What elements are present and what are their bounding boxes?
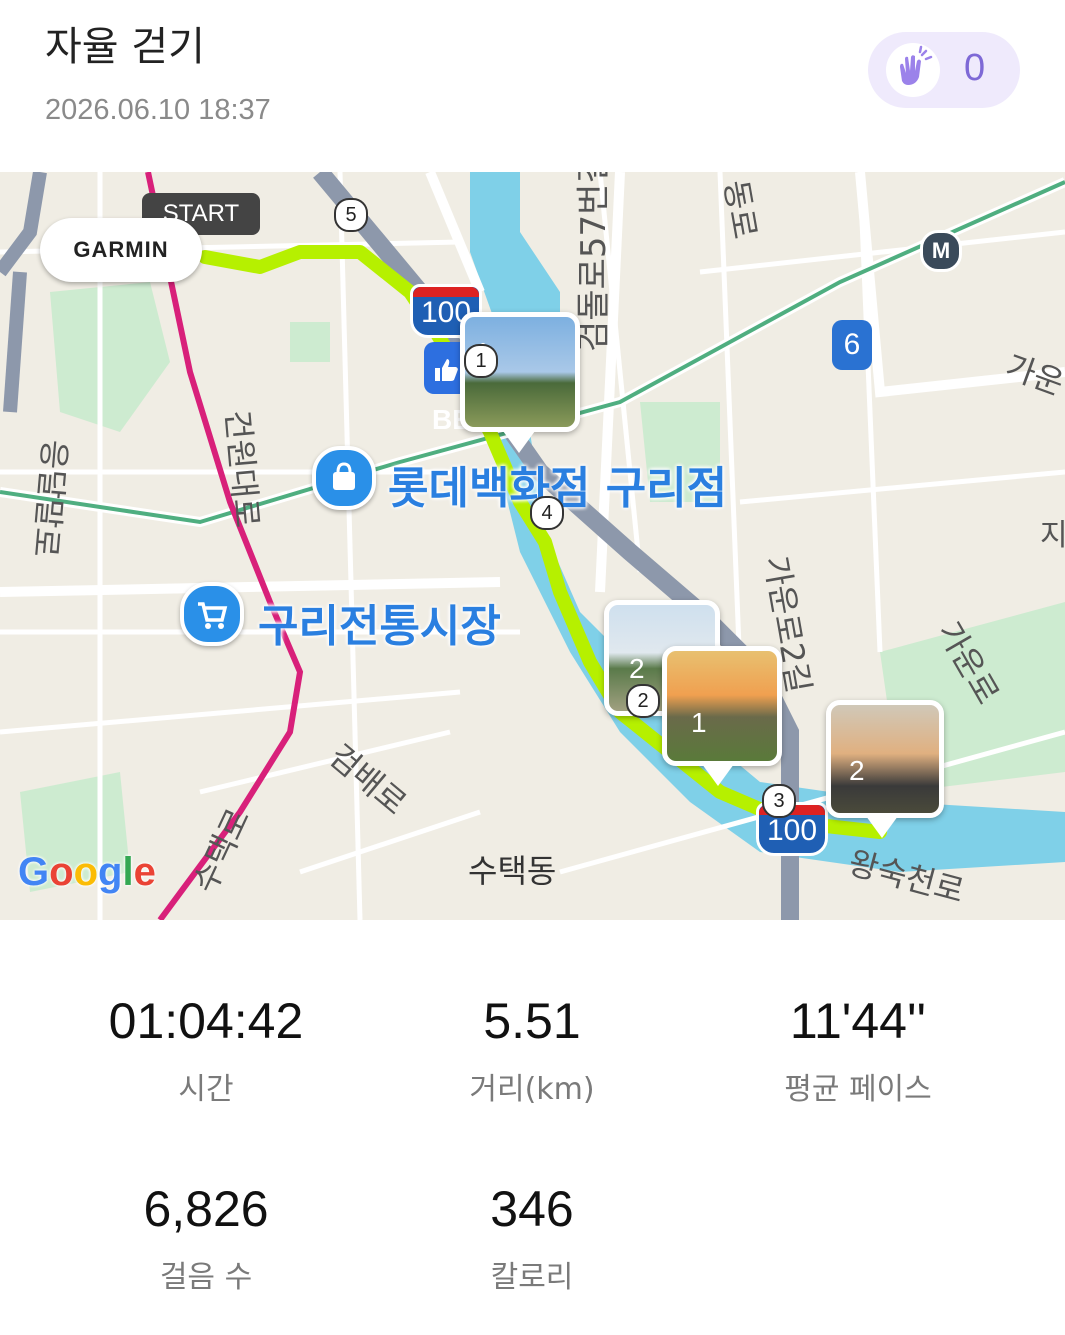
stat-steps: 6,826 걸음 수: [56, 1180, 356, 1296]
photo-thumbnail[interactable]: 1: [662, 646, 782, 766]
header: 자율 걷기 2026.06.10 18:37 0: [0, 0, 1065, 172]
clap-count: 0: [964, 47, 986, 89]
stat-label: 시간: [178, 1072, 234, 1107]
photo-thumbnail[interactable]: 2: [826, 700, 944, 818]
area-label-ji: 지: [1040, 518, 1065, 553]
waypoint-marker[interactable]: 2: [626, 684, 660, 718]
shopping-cart-icon[interactable]: [180, 582, 244, 646]
stat-calories: 346 칼로리: [382, 1180, 682, 1296]
road-label-nongro: 동로: [716, 177, 765, 242]
stat-distance: 5.51 거리(km): [382, 992, 682, 1108]
photo-pointer: [702, 764, 734, 786]
photo-pointer: [503, 431, 535, 453]
route-map[interactable]: 검돌로57번길 동로 가운 건원대로 응달말로 가운로2길 가운로 검배로 수택…: [0, 172, 1065, 920]
stat-value: 346: [490, 1181, 574, 1237]
stat-pace: 11'44'' 평균 페이스: [708, 992, 1008, 1108]
stat-label: 칼로리: [490, 1260, 574, 1295]
photo-count: 1: [691, 707, 707, 738]
route-number-badge: 6: [832, 320, 872, 370]
stat-value: 11'44'': [789, 993, 927, 1049]
clap-button[interactable]: 0: [868, 32, 1020, 108]
area-label-sutaekdong: 수택동: [468, 852, 557, 890]
stat-label: 걸음 수: [159, 1260, 253, 1295]
stat-value: 5.51: [483, 993, 581, 1049]
shopping-bag-icon[interactable]: [312, 446, 376, 510]
poi-market[interactable]: 구리전통시장: [258, 590, 501, 654]
google-logo: Google: [18, 850, 156, 894]
waypoint-marker[interactable]: 5: [334, 198, 368, 232]
activity-datetime: 2026.06.10 18:37: [45, 94, 271, 126]
waypoint-marker[interactable]: 1: [464, 344, 498, 378]
stat-label: 평균 페이스: [784, 1072, 932, 1107]
page-title: 자율 걷기: [45, 24, 205, 70]
thumbs-up-icon: [435, 358, 458, 381]
stat-value: 01:04:42: [108, 993, 304, 1049]
stat-value: 6,826: [143, 1181, 269, 1237]
metro-icon: M: [920, 230, 962, 272]
clap-icon: [886, 43, 940, 97]
garmin-logo: GARMIN: [40, 218, 202, 282]
waypoint-marker[interactable]: 4: [530, 496, 564, 530]
stat-label: 거리(km): [469, 1072, 595, 1107]
photo-pointer: [866, 816, 898, 838]
waypoint-marker[interactable]: 3: [762, 784, 796, 818]
photo-count: 2: [629, 653, 645, 684]
stat-time: 01:04:42 시간: [56, 992, 356, 1108]
activity-stats: 01:04:42 시간 5.51 거리(km) 11'44'' 평균 페이스 6…: [0, 920, 1065, 1335]
photo-count: 2: [849, 755, 865, 786]
